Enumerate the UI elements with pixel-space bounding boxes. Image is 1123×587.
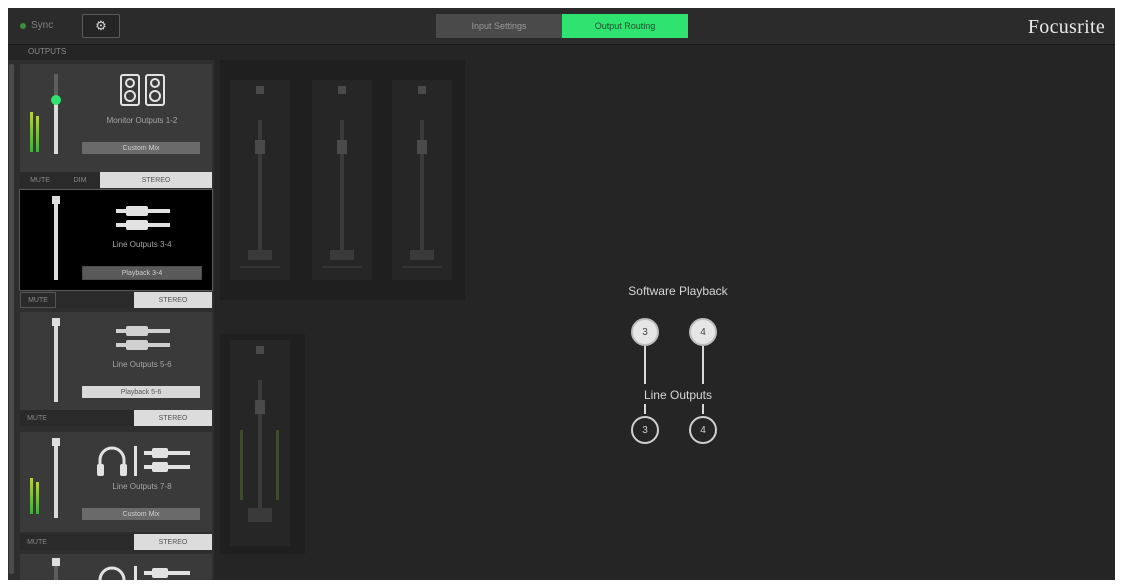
brand-logo: Focusrite — [1027, 16, 1105, 38]
dim-button[interactable]: DIM — [60, 172, 100, 188]
source-node-4[interactable]: 4 — [689, 318, 717, 346]
output-fader-handle[interactable] — [52, 196, 60, 204]
headphone-jack-icon — [98, 566, 190, 580]
app-window: Sync ⚙ Input Settings Output Routing Foc… — [8, 8, 1115, 580]
routing-diagram: Software Playback 3 4 Line Outputs 3 4 — [593, 278, 763, 458]
output-name: Line Outputs 3-4 — [112, 240, 172, 249]
sync-indicator: Sync — [20, 20, 53, 31]
level-meter-left — [30, 478, 33, 514]
output-source[interactable]: Custom Mix — [82, 142, 200, 154]
output-fader-handle[interactable] — [52, 438, 60, 446]
output-fader-handle[interactable] — [52, 318, 60, 326]
tab-output-routing[interactable]: Output Routing — [562, 14, 688, 38]
tab-input-settings[interactable]: Input Settings — [436, 14, 562, 38]
view-tabs: Input Settings Output Routing — [436, 14, 688, 38]
route-line-4-lower — [702, 404, 704, 414]
spacer — [54, 534, 134, 550]
spacer — [54, 410, 134, 426]
output-card-line-3-4[interactable]: Line Outputs 3-4 Playback 3-4 — [19, 189, 213, 291]
mute-button[interactable]: MUTE — [20, 172, 60, 188]
headphone-jack-icon — [97, 446, 190, 476]
sync-status-dot — [20, 22, 26, 29]
outputs-title: OUTPUTS — [28, 47, 67, 56]
route-line-3 — [644, 346, 646, 384]
mixer-panel-dimmed — [220, 60, 465, 300]
routing-destination-label: Line Outputs — [643, 388, 713, 402]
mixer-master-strip — [230, 340, 290, 546]
source-node-3[interactable]: 3 — [631, 318, 659, 346]
route-line-3-lower — [644, 404, 646, 414]
mixer-strip — [230, 80, 290, 280]
mixer-strip — [312, 80, 372, 280]
destination-node-4[interactable]: 4 — [689, 416, 717, 444]
mixer-master-dimmed — [220, 334, 305, 554]
output-name: Line Outputs 7-8 — [112, 482, 172, 491]
jack-cable-icon — [116, 326, 170, 350]
sidebar-scrollbar[interactable] — [9, 64, 14, 574]
stereo-button[interactable]: STEREO — [100, 172, 212, 188]
output-fader-handle[interactable] — [51, 95, 61, 105]
output-fader-handle[interactable] — [52, 558, 60, 566]
output-name: Monitor Outputs 1-2 — [106, 116, 178, 125]
mute-button[interactable]: MUTE — [20, 410, 54, 426]
stereo-button[interactable]: STEREO — [134, 410, 212, 426]
level-meter-right — [36, 116, 39, 152]
destination-node-3[interactable]: 3 — [631, 416, 659, 444]
output-card-partial[interactable] — [20, 554, 212, 580]
output-card-monitor[interactable]: Monitor Outputs 1-2 Custom Mix — [20, 64, 212, 172]
mute-button[interactable]: MUTE — [20, 292, 56, 308]
speaker-icon — [120, 74, 165, 106]
output-buttons-line-5-6: MUTE STEREO — [20, 410, 212, 426]
fader-fill — [54, 324, 58, 402]
settings-button[interactable]: ⚙ — [82, 14, 120, 38]
mute-button[interactable]: MUTE — [20, 534, 54, 550]
route-line-4 — [702, 346, 704, 384]
output-name: Line Outputs 5-6 — [112, 360, 172, 369]
output-card-line-5-6[interactable]: Line Outputs 5-6 Playback 5-6 — [20, 312, 212, 410]
fader-fill — [54, 444, 58, 518]
stereo-button[interactable]: STEREO — [134, 292, 212, 308]
outputs-sidebar: Monitor Outputs 1-2 Custom Mix MUTE DIM … — [8, 60, 214, 580]
output-source[interactable]: Custom Mix — [82, 508, 200, 520]
output-source[interactable]: Playback 5-6 — [82, 386, 200, 398]
top-bar: Sync ⚙ Input Settings Output Routing Foc… — [8, 8, 1115, 45]
spacer — [56, 292, 134, 308]
stereo-button[interactable]: STEREO — [134, 534, 212, 550]
fader-fill — [54, 202, 58, 280]
output-buttons-monitor: MUTE DIM STEREO — [20, 172, 212, 188]
mixer-strip — [392, 80, 452, 280]
routing-source-label: Software Playback — [628, 284, 728, 298]
level-meter-left — [30, 112, 33, 152]
output-buttons-line-3-4: MUTE STEREO — [20, 292, 212, 308]
fader-fill — [54, 100, 58, 154]
gear-icon: ⚙ — [95, 18, 107, 33]
jack-cable-icon — [116, 206, 170, 230]
output-source[interactable]: Playback 3-4 — [82, 266, 202, 280]
sync-label: Sync — [31, 20, 54, 31]
level-meter-right — [36, 482, 39, 514]
output-buttons-line-7-8: MUTE STEREO — [20, 534, 212, 550]
output-card-line-7-8[interactable]: Line Outputs 7-8 Custom Mix — [20, 432, 212, 532]
